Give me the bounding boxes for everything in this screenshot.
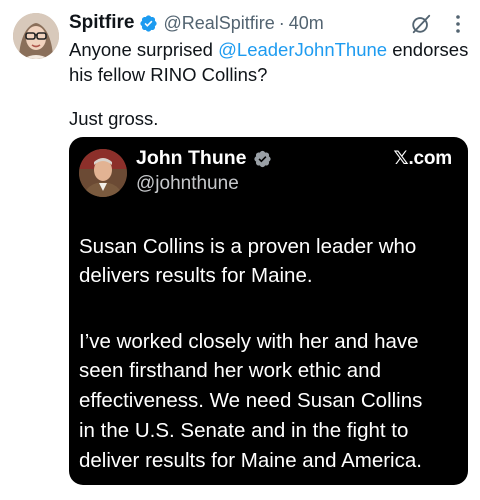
embedded-display-name: John Thune (136, 147, 247, 169)
embedded-text-line: I’ve worked closely with her and have (79, 330, 419, 353)
x-logo-source: 𝕏.com (393, 148, 452, 169)
tweet-text: endorses (387, 39, 469, 60)
grok-icon[interactable] (410, 13, 432, 35)
embedded-handle: @johnthune (136, 173, 239, 194)
embedded-author: John Thune (136, 147, 272, 170)
embedded-post-image[interactable]: John Thune @johnthune 𝕏.com Susan Collin… (69, 137, 468, 485)
mention-link[interactable]: @LeaderJohnThune (218, 39, 387, 60)
display-name[interactable]: Spitfire (69, 12, 134, 34)
embedded-text-line: effectiveness. We need Susan Collins (79, 389, 423, 412)
more-options-icon[interactable] (449, 13, 467, 35)
tweet-text: Anyone surprised (69, 39, 219, 60)
tweet-header: Spitfire @RealSpitfire · 40m (69, 10, 324, 36)
separator-dot: · (278, 12, 285, 33)
tweet[interactable]: Spitfire @RealSpitfire · 40m Anyone surp… (0, 0, 480, 500)
embedded-avatar (79, 149, 127, 197)
timestamp[interactable]: 40m (289, 13, 324, 34)
embedded-text-line: deliver results for Maine and America. (79, 449, 422, 472)
embedded-text-line: seen firsthand her work ethic and (79, 359, 381, 382)
tweet-text-line-2: his fellow RINO Collins? (69, 64, 268, 85)
embedded-verified-icon (253, 149, 272, 168)
tweet-text-line-3: Just gross. (69, 108, 159, 129)
embedded-text-line: in the U.S. Senate and in the fight to (79, 419, 409, 442)
tweet-text-line-1: Anyone surprised @LeaderJohnThune endors… (69, 37, 469, 62)
verified-badge-icon (139, 14, 158, 33)
user-handle[interactable]: @RealSpitfire (163, 13, 274, 34)
embedded-text-line: Susan Collins is a proven leader who (79, 235, 417, 258)
user-avatar[interactable] (13, 13, 59, 59)
embedded-text-line: delivers results for Maine. (79, 264, 313, 287)
